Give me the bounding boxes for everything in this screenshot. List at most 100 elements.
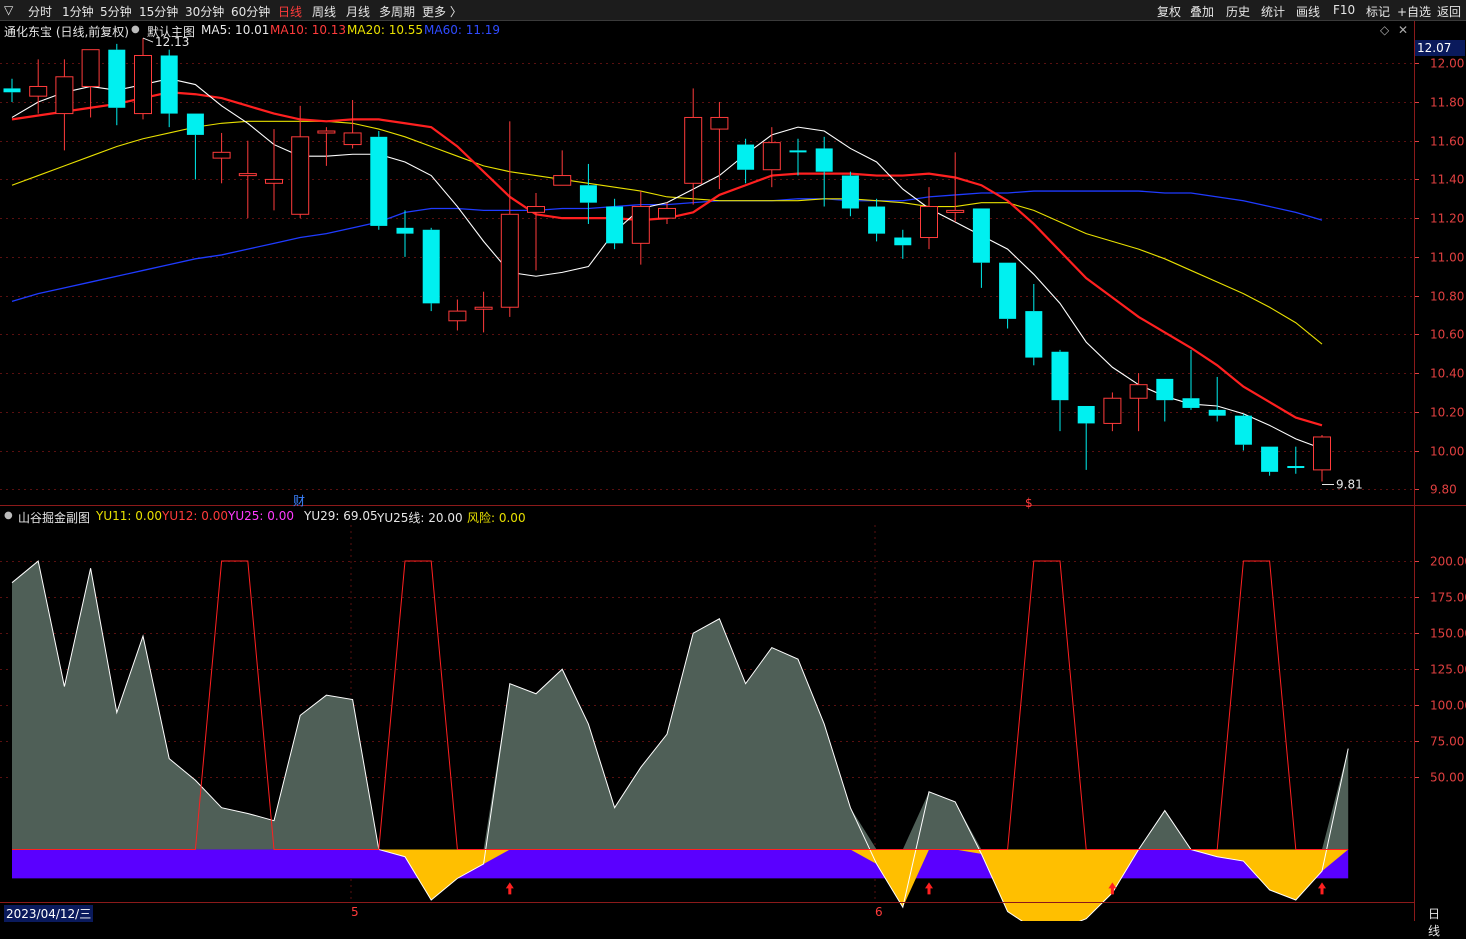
candle-up xyxy=(55,59,74,151)
ma20-line xyxy=(11,120,1323,345)
candle-body xyxy=(1208,409,1226,416)
month-5-tick: 5 xyxy=(351,905,359,919)
candle-body xyxy=(658,207,676,219)
candle-body xyxy=(815,148,833,172)
low-price-label: 9.81 xyxy=(1336,478,1363,492)
candle-down xyxy=(1077,405,1095,470)
candle-up xyxy=(553,150,572,186)
candle-down xyxy=(868,198,886,242)
candle-down xyxy=(186,113,204,180)
candle-down xyxy=(815,136,833,207)
band-rect xyxy=(12,849,1349,879)
candle-body xyxy=(946,209,965,213)
price-axis xyxy=(1414,21,1466,921)
candle-up xyxy=(265,129,283,211)
candle-down xyxy=(1261,446,1279,476)
candle-body xyxy=(474,306,493,310)
candle-body xyxy=(894,237,912,246)
cursor-date: 2023/04/12/三 xyxy=(4,905,94,922)
candle-down xyxy=(894,229,912,259)
candle-up xyxy=(710,101,729,190)
buy-arrow-marker xyxy=(925,882,933,895)
date-axis: 2023/04/12/三 5 6 日线 xyxy=(0,902,1440,938)
buy-arrow-marker xyxy=(505,882,514,895)
candle-down xyxy=(1156,378,1174,422)
candle-body xyxy=(579,185,597,203)
candle-body xyxy=(186,113,204,135)
candle-body xyxy=(396,227,414,234)
candle-body xyxy=(422,229,440,304)
candle-down xyxy=(3,78,21,102)
candle-body xyxy=(238,173,257,177)
candle-body xyxy=(1129,384,1148,399)
candle-body xyxy=(553,175,572,186)
candle-down xyxy=(737,138,755,184)
period-label: 日线 xyxy=(1428,907,1441,938)
candle-body xyxy=(606,206,624,244)
dividend-marker[interactable]: $ xyxy=(1025,496,1033,510)
candle-down xyxy=(579,163,597,224)
candle-up xyxy=(134,38,152,120)
candle-down xyxy=(1234,413,1252,451)
candle-down xyxy=(396,210,414,257)
candle-up xyxy=(946,152,965,223)
candle-body xyxy=(55,76,74,115)
candle-body xyxy=(762,142,781,171)
candle-body xyxy=(1103,397,1122,424)
candle-body xyxy=(108,49,126,108)
candle-down xyxy=(160,49,178,128)
candle-body xyxy=(789,150,807,153)
candle-up xyxy=(1313,435,1331,482)
candle-body xyxy=(684,116,703,184)
candle-up xyxy=(448,299,467,331)
candle-body xyxy=(1182,398,1200,408)
candle-body xyxy=(448,310,467,322)
candle-body xyxy=(1313,436,1331,471)
financial-report-marker[interactable]: 财 xyxy=(293,494,305,508)
candle-body xyxy=(841,175,859,209)
candle-body xyxy=(212,151,231,159)
candle-body xyxy=(999,262,1017,319)
candle-body xyxy=(3,88,21,93)
candle-body xyxy=(1261,446,1279,472)
candle-up xyxy=(1129,373,1148,432)
candle-body xyxy=(500,213,519,308)
candle-body xyxy=(920,206,938,239)
candle-body xyxy=(370,136,388,226)
candle-up xyxy=(212,132,231,184)
candle-up xyxy=(631,191,650,265)
ma5-line xyxy=(11,78,1323,450)
candle-up xyxy=(291,105,310,219)
candle-down xyxy=(422,227,440,312)
candle-up xyxy=(527,192,545,271)
candle-up xyxy=(500,121,519,317)
candle-down xyxy=(841,171,859,217)
candle-down xyxy=(1182,349,1200,410)
candle-down xyxy=(108,43,126,126)
candle-down xyxy=(999,262,1017,329)
candle-body xyxy=(1156,378,1174,401)
candle-down xyxy=(972,208,990,288)
candle-body xyxy=(1287,466,1305,469)
candle-body xyxy=(1051,351,1069,401)
buy-arrow-marker xyxy=(1318,882,1326,895)
candle-up xyxy=(474,291,493,333)
candle-body xyxy=(160,55,178,114)
candle-up xyxy=(317,127,336,166)
high-pointer xyxy=(142,37,154,43)
candle-down xyxy=(370,131,388,230)
candle-body xyxy=(134,54,152,115)
kline-chart[interactable]: 9.8010.0010.2010.4010.6010.8011.0011.201… xyxy=(0,0,1466,921)
high-price-label: 12.13 xyxy=(155,35,189,49)
candle-body xyxy=(631,206,650,244)
candle-body xyxy=(317,130,336,134)
candle-body xyxy=(527,206,545,213)
candle-body xyxy=(868,206,886,234)
candle-body xyxy=(343,132,362,146)
candle-body xyxy=(1077,405,1095,424)
candle-down xyxy=(1051,349,1069,432)
candle-body xyxy=(1234,415,1252,445)
candle-body xyxy=(265,178,283,184)
candle-body xyxy=(291,136,310,215)
candle-down xyxy=(789,138,807,176)
